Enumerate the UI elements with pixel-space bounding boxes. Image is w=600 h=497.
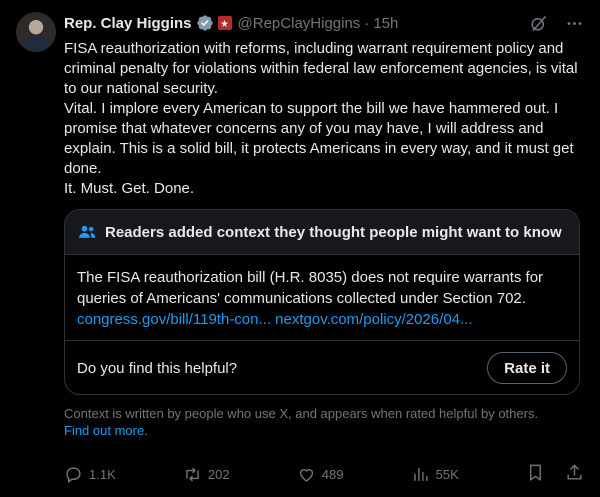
separator-dot: · — [364, 14, 370, 32]
reply-icon — [66, 466, 81, 483]
find-out-more-link[interactable]: Find out more. — [64, 423, 148, 438]
community-note-title: Readers added context they thought peopl… — [105, 223, 562, 241]
grok-icon[interactable] — [528, 13, 548, 33]
tweet-text: FISA reauthorization with reforms, inclu… — [64, 40, 578, 197]
context-footer: Context is written by people who use X, … — [64, 405, 584, 439]
source-link-nextgov[interactable]: nextgov.com/policy/2026/04... — [275, 311, 472, 328]
views-count: 55K — [435, 466, 459, 482]
author-handle[interactable]: @RepClayHiggins — [238, 15, 361, 32]
author-name[interactable]: Rep. Clay Higgins — [64, 15, 192, 32]
community-note-text: The FISA reauthorization bill (H.R. 8035… — [77, 269, 544, 307]
repost-icon — [186, 467, 199, 481]
helpful-row: Do you find this helpful? Rate it — [77, 350, 567, 386]
reply-button[interactable]: 1.1K — [64, 465, 116, 484]
community-note-body: The FISA reauthorization bill (H.R. 8035… — [65, 255, 579, 330]
verified-gov-icon — [196, 14, 214, 32]
community-note: Readers added context they thought peopl… — [64, 209, 580, 395]
context-footer-text: Context is written by people who use X, … — [64, 406, 539, 421]
avatar[interactable] — [16, 12, 56, 52]
reply-count: 1.1K — [89, 466, 116, 482]
heart-icon — [299, 468, 313, 482]
views-button[interactable]: 55K — [411, 465, 459, 484]
repost-count: 202 — [207, 466, 230, 482]
helpful-question: Do you find this helpful? — [77, 359, 238, 377]
affiliate-badge-icon — [217, 16, 232, 30]
repost-button[interactable]: 202 — [183, 465, 230, 484]
rate-it-button[interactable]: Rate it — [487, 352, 567, 384]
tweet-time[interactable]: 15h — [373, 15, 398, 32]
like-button[interactable]: 489 — [297, 465, 344, 484]
divider — [65, 340, 579, 341]
community-note-header: Readers added context they thought peopl… — [65, 210, 579, 255]
more-options-icon[interactable] — [564, 13, 584, 33]
like-count: 489 — [321, 466, 344, 482]
tweet-header: Rep. Clay Higgins @RepClayHiggins · 15h — [64, 12, 584, 34]
views-icon — [413, 467, 428, 481]
action-bar: 1.1K 202 489 55K — [64, 462, 584, 486]
bookmark-icon[interactable] — [526, 463, 545, 485]
source-link-congress[interactable]: congress.gov/bill/119th-con... — [77, 311, 271, 328]
people-icon — [77, 222, 97, 242]
share-icon[interactable] — [565, 463, 584, 485]
